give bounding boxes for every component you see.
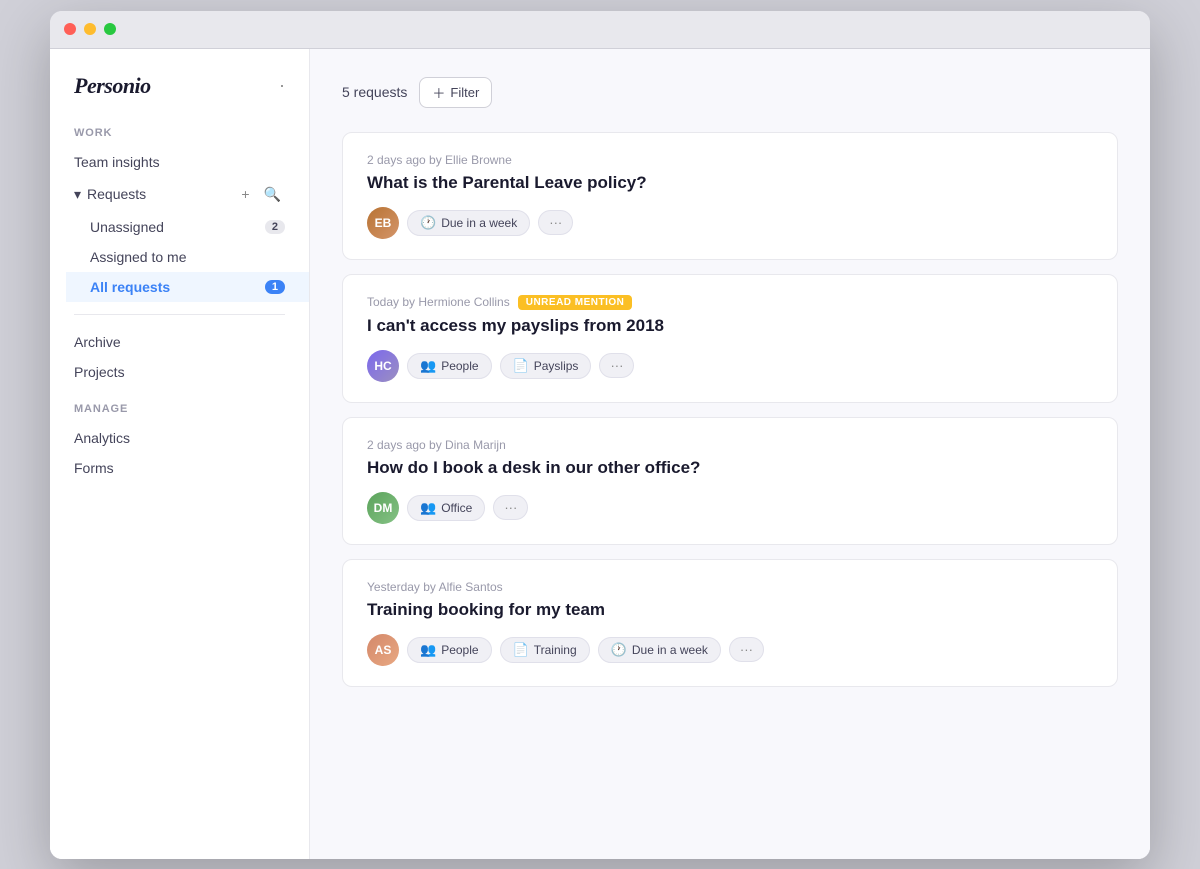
logo-dropdown[interactable]: · bbox=[279, 75, 285, 96]
card-meta: 2 days ago by Dina Marijn bbox=[367, 438, 1093, 452]
add-request-icon[interactable]: + bbox=[237, 184, 253, 204]
tag-due[interactable]: 🕐 Due in a week bbox=[407, 210, 530, 236]
sidebar-item-all-requests[interactable]: All requests 1 bbox=[66, 272, 309, 302]
requests-label: Requests bbox=[87, 186, 231, 202]
tag-label: Training bbox=[534, 643, 577, 657]
sidebar-item-label: Team insights bbox=[74, 154, 160, 170]
card-timestamp: 2 days ago by Dina Marijn bbox=[367, 438, 506, 452]
training-icon: 📄 bbox=[513, 642, 529, 658]
card-tags: DM 👥 Office ··· bbox=[367, 492, 1093, 524]
tag-label: People bbox=[441, 643, 478, 657]
tag-label: Payslips bbox=[534, 359, 579, 373]
card-timestamp: Yesterday by Alfie Santos bbox=[367, 580, 503, 594]
people-icon: 👥 bbox=[420, 358, 436, 374]
app-body: Personio · WORK Team insights ▾ Requests… bbox=[50, 49, 1150, 859]
more-options-button[interactable]: ··· bbox=[599, 353, 634, 378]
divider bbox=[74, 314, 285, 315]
card-tags: HC 👥 People 📄 Payslips ··· bbox=[367, 350, 1093, 382]
sidebar-item-label: Assigned to me bbox=[90, 249, 187, 265]
titlebar bbox=[50, 11, 1150, 49]
card-title: What is the Parental Leave policy? bbox=[367, 173, 1093, 193]
people-icon: 👥 bbox=[420, 642, 436, 658]
sidebar-item-archive[interactable]: Archive bbox=[50, 327, 309, 357]
more-options-button[interactable]: ··· bbox=[538, 210, 573, 235]
sidebar-item-label: All requests bbox=[90, 279, 170, 295]
toolbar: 5 requests ＋ Filter bbox=[342, 77, 1118, 108]
card-tags: EB 🕐 Due in a week ··· bbox=[367, 207, 1093, 239]
office-icon: 👥 bbox=[420, 500, 436, 516]
tag-label: Office bbox=[441, 501, 472, 515]
sidebar-item-projects[interactable]: Projects bbox=[50, 357, 309, 387]
card-title: I can't access my payslips from 2018 bbox=[367, 316, 1093, 336]
search-request-icon[interactable]: 🔍 bbox=[260, 184, 285, 205]
request-card-2[interactable]: Today by Hermione Collins UNREAD MENTION… bbox=[342, 274, 1118, 403]
sidebar-item-requests[interactable]: ▾ Requests + 🔍 bbox=[50, 177, 309, 212]
card-title: Training booking for my team bbox=[367, 600, 1093, 620]
requests-count: 5 requests bbox=[342, 84, 407, 100]
card-timestamp: Today by Hermione Collins bbox=[367, 295, 510, 309]
card-tags: AS 👥 People 📄 Training 🕐 Due in a week ·… bbox=[367, 634, 1093, 666]
request-card-1[interactable]: 2 days ago by Ellie Browne What is the P… bbox=[342, 132, 1118, 260]
more-options-button[interactable]: ··· bbox=[493, 495, 528, 520]
tag-training[interactable]: 📄 Training bbox=[500, 637, 590, 663]
filter-button[interactable]: ＋ Filter bbox=[419, 77, 492, 108]
main-content: 5 requests ＋ Filter 2 days ago by Ellie … bbox=[310, 49, 1150, 859]
tag-label: People bbox=[441, 359, 478, 373]
tag-people[interactable]: 👥 People bbox=[407, 637, 492, 663]
avatar: HC bbox=[367, 350, 399, 382]
sidebar-item-team-insights[interactable]: Team insights bbox=[50, 147, 309, 177]
section-label-work: WORK bbox=[50, 127, 309, 147]
sidebar-item-analytics[interactable]: Analytics bbox=[50, 423, 309, 453]
avatar: EB bbox=[367, 207, 399, 239]
sidebar-item-assigned-to-me[interactable]: Assigned to me bbox=[66, 242, 309, 272]
request-card-4[interactable]: Yesterday by Alfie Santos Training booki… bbox=[342, 559, 1118, 687]
sidebar-item-unassigned[interactable]: Unassigned 2 bbox=[66, 212, 309, 242]
card-timestamp: 2 days ago by Ellie Browne bbox=[367, 153, 512, 167]
all-requests-badge: 1 bbox=[265, 280, 285, 294]
section-label-manage: MANAGE bbox=[50, 403, 309, 423]
more-options-button[interactable]: ··· bbox=[729, 637, 764, 662]
unassigned-badge: 2 bbox=[265, 220, 285, 234]
unread-mention-badge: UNREAD MENTION bbox=[518, 295, 633, 310]
sidebar-item-label: Archive bbox=[74, 334, 121, 350]
tag-people[interactable]: 👥 People bbox=[407, 353, 492, 379]
tag-label: Due in a week bbox=[441, 216, 517, 230]
sidebar-item-forms[interactable]: Forms bbox=[50, 453, 309, 483]
payslips-icon: 📄 bbox=[513, 358, 529, 374]
close-button[interactable] bbox=[64, 23, 76, 35]
maximize-button[interactable] bbox=[104, 23, 116, 35]
card-title: How do I book a desk in our other office… bbox=[367, 458, 1093, 478]
card-meta: 2 days ago by Ellie Browne bbox=[367, 153, 1093, 167]
sidebar-item-label: Projects bbox=[74, 364, 125, 380]
requests-subnav: Unassigned 2 Assigned to me All requests… bbox=[50, 212, 309, 302]
logo-area: Personio · bbox=[50, 73, 309, 127]
minimize-button[interactable] bbox=[84, 23, 96, 35]
app-window: Personio · WORK Team insights ▾ Requests… bbox=[50, 11, 1150, 859]
sidebar: Personio · WORK Team insights ▾ Requests… bbox=[50, 49, 310, 859]
card-meta: Today by Hermione Collins UNREAD MENTION bbox=[367, 295, 1093, 310]
sidebar-item-label: Analytics bbox=[74, 430, 130, 446]
clock-icon: 🕐 bbox=[611, 642, 627, 658]
tag-label: Due in a week bbox=[632, 643, 708, 657]
chevron-down-icon: ▾ bbox=[74, 186, 81, 203]
filter-label: Filter bbox=[450, 85, 479, 100]
clock-icon: 🕐 bbox=[420, 215, 436, 231]
filter-icon: ＋ bbox=[432, 83, 445, 102]
avatar: DM bbox=[367, 492, 399, 524]
sidebar-item-label: Unassigned bbox=[90, 219, 164, 235]
request-card-3[interactable]: 2 days ago by Dina Marijn How do I book … bbox=[342, 417, 1118, 545]
sidebar-item-label: Forms bbox=[74, 460, 114, 476]
tag-office[interactable]: 👥 Office bbox=[407, 495, 485, 521]
tag-payslips[interactable]: 📄 Payslips bbox=[500, 353, 592, 379]
logo: Personio bbox=[74, 73, 151, 99]
card-meta: Yesterday by Alfie Santos bbox=[367, 580, 1093, 594]
avatar: AS bbox=[367, 634, 399, 666]
tag-due[interactable]: 🕐 Due in a week bbox=[598, 637, 721, 663]
